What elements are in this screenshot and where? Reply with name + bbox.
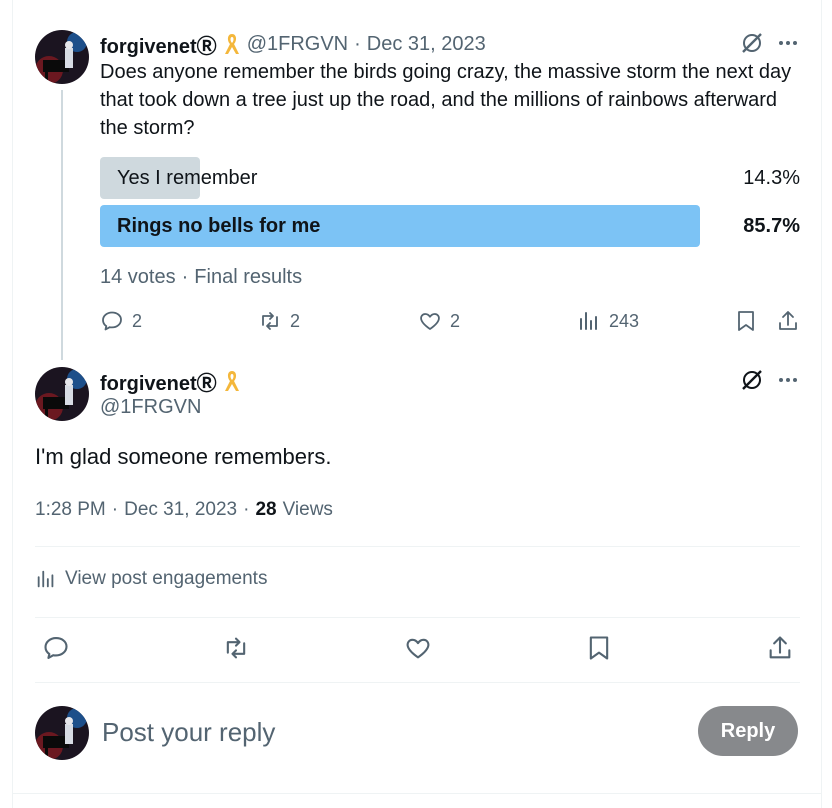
share-icon[interactable] bbox=[776, 309, 800, 333]
tweet-date[interactable]: Dec 31, 2023 bbox=[367, 33, 486, 56]
views-count: 243 bbox=[609, 310, 640, 331]
author-avatar[interactable] bbox=[35, 30, 89, 84]
divider bbox=[35, 617, 800, 618]
views-label: Views bbox=[282, 499, 333, 520]
awareness-ribbon-icon bbox=[223, 369, 241, 393]
more-options-icon[interactable] bbox=[776, 31, 800, 55]
grok-icon[interactable] bbox=[740, 31, 764, 55]
reply-icon[interactable] bbox=[100, 309, 124, 333]
poll-summary: 14 votes · Final results bbox=[100, 266, 302, 289]
divider bbox=[13, 793, 821, 794]
poll-option-label: Rings no bells for me bbox=[117, 215, 321, 237]
divider bbox=[35, 682, 800, 683]
reply-input[interactable] bbox=[102, 712, 682, 752]
current-user-avatar[interactable] bbox=[35, 706, 89, 760]
awareness-ribbon-icon bbox=[223, 32, 241, 56]
views-action[interactable]: 243 bbox=[577, 309, 639, 333]
view-engagements-label: View post engagements bbox=[65, 568, 268, 589]
poll-status: Final results bbox=[194, 266, 303, 288]
poll-option-winner: Rings no bells for me 85.7% bbox=[100, 205, 800, 247]
poll-option-label: Yes I remember bbox=[117, 167, 258, 189]
reply-icon[interactable] bbox=[42, 634, 70, 662]
heart-icon[interactable] bbox=[418, 309, 442, 333]
tweet-meta: 1:28 PM · Dec 31, 2023 · 28 Views bbox=[35, 498, 333, 522]
bookmark-icon[interactable] bbox=[585, 634, 613, 662]
meta-separator: · bbox=[111, 499, 119, 520]
repost-icon[interactable] bbox=[222, 634, 250, 662]
reply-button[interactable]: Reply bbox=[698, 706, 798, 756]
reply-count: 2 bbox=[132, 310, 143, 331]
main-tweet-header: forgivenetⓇ bbox=[100, 367, 241, 395]
tweet-text: I'm glad someone remembers. bbox=[35, 444, 332, 469]
share-icon[interactable] bbox=[766, 634, 794, 662]
repost-count: 2 bbox=[290, 310, 301, 331]
poll-option-percent: 14.3% bbox=[743, 167, 800, 189]
poll-option: Yes I remember 14.3% bbox=[100, 157, 800, 199]
author-name[interactable]: forgivenetⓇ bbox=[100, 30, 217, 59]
analytics-icon bbox=[35, 568, 57, 590]
view-engagements-link[interactable]: View post engagements bbox=[35, 568, 267, 590]
analytics-icon[interactable] bbox=[577, 309, 601, 333]
poll-option-percent: 85.7% bbox=[743, 215, 800, 237]
views-count: 28 bbox=[255, 499, 277, 520]
divider bbox=[35, 546, 800, 547]
grok-icon[interactable] bbox=[740, 368, 764, 392]
tweet-time[interactable]: 1:28 PM bbox=[35, 498, 106, 522]
meta-separator: · bbox=[243, 499, 250, 520]
heart-icon[interactable] bbox=[404, 634, 432, 662]
poll-votes: 14 votes bbox=[100, 266, 176, 288]
more-options-icon[interactable] bbox=[776, 368, 800, 392]
repost-icon[interactable] bbox=[258, 309, 282, 333]
header-separator: · bbox=[354, 32, 361, 55]
tweet-date[interactable]: Dec 31, 2023 bbox=[124, 498, 237, 522]
like-action[interactable]: 2 bbox=[418, 309, 460, 333]
thread-connector-line bbox=[61, 90, 63, 360]
poll-summary-separator: · bbox=[181, 266, 189, 288]
poll-tweet-header: forgivenetⓇ @1FRGVN · Dec 31, 2023 bbox=[100, 30, 486, 58]
tweet-text: Does anyone remember the birds going cra… bbox=[100, 61, 792, 139]
author-name[interactable]: forgivenetⓇ bbox=[100, 367, 217, 396]
bookmark-icon[interactable] bbox=[734, 309, 758, 333]
repost-action[interactable]: 2 bbox=[258, 309, 300, 333]
reply-action[interactable]: 2 bbox=[100, 309, 142, 333]
author-handle[interactable]: @1FRGVN bbox=[247, 33, 348, 56]
author-handle[interactable]: @1FRGVN bbox=[100, 396, 201, 419]
like-count: 2 bbox=[450, 310, 461, 331]
author-avatar[interactable] bbox=[35, 367, 89, 421]
